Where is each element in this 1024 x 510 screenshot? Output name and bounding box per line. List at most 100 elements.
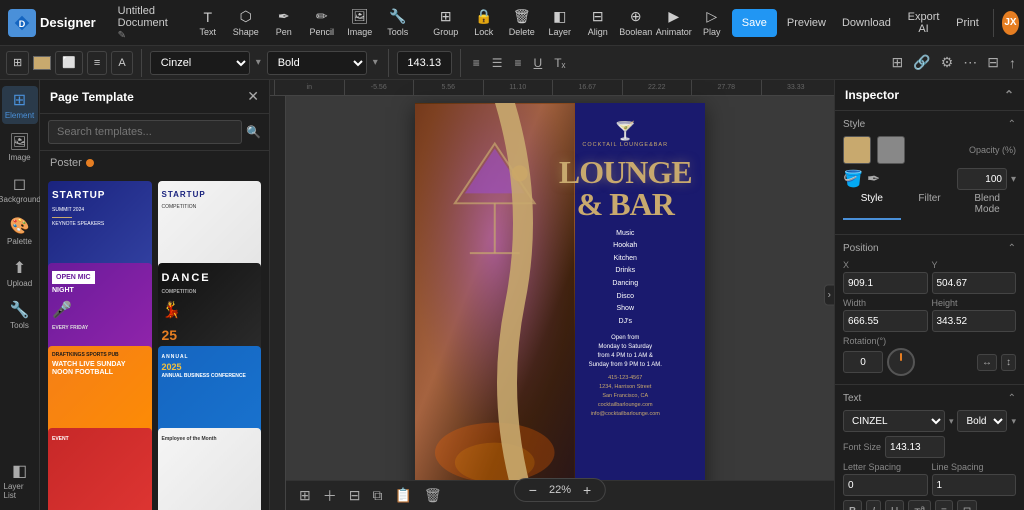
settings-icon[interactable]: ⚙: [939, 52, 956, 73]
grid-icon[interactable]: ⊟: [985, 52, 1001, 73]
text-align-right-inspector[interactable]: ⊟: [957, 500, 977, 510]
zoom-plus-button[interactable]: +: [579, 482, 595, 498]
template-red[interactable]: EVENT Free: [48, 428, 152, 510]
text-format-T-button[interactable]: Tₓ: [550, 54, 569, 72]
style-section-title[interactable]: Style ⌃: [843, 119, 1016, 130]
panel-close-button[interactable]: ✕: [247, 88, 259, 105]
tool-delete[interactable]: 🗑 Delete: [504, 4, 540, 42]
download-button[interactable]: Download: [836, 9, 897, 37]
page-bottom-icon[interactable]: 📋: [391, 485, 414, 506]
text-italic-button[interactable]: I: [866, 500, 881, 510]
position-section-title[interactable]: Position ⌃: [843, 243, 1016, 254]
inspector-chevron-up-icon[interactable]: ⌃: [1004, 88, 1014, 102]
letter-spacing-input[interactable]: [843, 474, 928, 496]
fill-color-swatch[interactable]: [33, 56, 51, 70]
position-grid: X Y Width Height: [843, 260, 1016, 332]
underline-button[interactable]: U: [530, 54, 547, 72]
rotation-input[interactable]: [843, 351, 883, 373]
inspector-bold-select[interactable]: Bold: [957, 410, 1007, 432]
export-ai-button[interactable]: Export AI: [901, 9, 946, 37]
delete-bottom-icon[interactable]: 🗑: [421, 485, 445, 506]
zoom-minus-button[interactable]: −: [525, 482, 541, 498]
text-align-center-button[interactable]: ☰: [488, 54, 507, 72]
stroke-color-picker[interactable]: [877, 136, 905, 164]
tool-align[interactable]: ⊟ Align: [580, 4, 616, 42]
print-button[interactable]: Print: [950, 9, 985, 37]
rotation-dial[interactable]: [887, 348, 915, 376]
tool-text[interactable]: T Text: [190, 4, 226, 42]
tool-group[interactable]: ⊞ Group: [428, 4, 464, 42]
tool-layer[interactable]: ◧ Layer: [542, 4, 578, 42]
tool-pen[interactable]: ✒ Pen: [266, 4, 302, 42]
duplicate-bottom-icon[interactable]: ⧉: [369, 485, 385, 506]
tab-filter[interactable]: Filter: [901, 190, 959, 220]
stroke-button[interactable]: ⬜: [55, 51, 83, 75]
opacity-input[interactable]: [957, 168, 1007, 190]
text-bold-button[interactable]: B: [843, 500, 862, 510]
text-align-left-button[interactable]: ≡: [469, 54, 484, 72]
style-section: Style ⌃ Opacity (%) 🪣 ✒ ▾ Style Filter B…: [835, 111, 1024, 235]
x-input[interactable]: [843, 272, 928, 294]
grid-bottom-icon[interactable]: ⊞: [296, 485, 314, 506]
document-title[interactable]: Untitled Document ✎: [118, 5, 168, 41]
font-weight-select[interactable]: Bold: [267, 51, 367, 75]
height-input[interactable]: [932, 310, 1017, 332]
y-input[interactable]: [932, 272, 1017, 294]
tab-style[interactable]: Style: [843, 190, 901, 220]
text-align-left-inspector[interactable]: ≡: [935, 500, 953, 510]
link-icon[interactable]: 🔗: [911, 52, 932, 73]
preview-button[interactable]: Preview: [781, 9, 832, 37]
flip-h-button[interactable]: ↔: [977, 354, 997, 371]
tool-image[interactable]: 🖼 Image: [342, 4, 378, 42]
width-input[interactable]: [843, 310, 928, 332]
grid-view-button[interactable]: ⊞: [6, 51, 29, 75]
copy-icon[interactable]: ⊞: [890, 52, 906, 73]
tool-animator[interactable]: ▶ Animator: [656, 4, 692, 42]
user-avatar[interactable]: JX: [1002, 11, 1020, 35]
opacity-chevron-icon[interactable]: ▾: [1011, 174, 1016, 185]
opacity-row: 🪣 ✒ ▾: [843, 168, 1016, 190]
tool-play[interactable]: ▷ Play: [694, 4, 730, 42]
sidebar-item-image[interactable]: 🖼 Image: [2, 128, 38, 166]
text-align-right-button[interactable]: ≡: [511, 54, 526, 72]
line-spacing-field: Line Spacing: [932, 462, 1017, 496]
align-left-button[interactable]: ≡: [87, 51, 107, 75]
tool-boolean[interactable]: ⊕ Boolean: [618, 4, 654, 42]
text-section-title[interactable]: Text ⌃: [843, 393, 1016, 404]
tool-tools[interactable]: 🔧 Tools: [380, 4, 416, 42]
sidebar-item-palette[interactable]: 🎨 Palette: [2, 212, 38, 250]
fill-color-picker[interactable]: [843, 136, 871, 164]
font-chevron-icon: ▾: [949, 416, 954, 427]
save-button[interactable]: Save: [732, 9, 777, 37]
tool-shape[interactable]: ⬡ Shape: [228, 4, 264, 42]
sidebar-item-background[interactable]: ◻ Background: [2, 170, 38, 208]
add-bottom-icon[interactable]: ＋: [320, 484, 340, 508]
more-icon[interactable]: ⋯: [961, 52, 979, 73]
search-input[interactable]: [48, 120, 242, 144]
height-field: Height: [932, 298, 1017, 332]
copy-bottom-icon[interactable]: ⊟: [346, 485, 364, 506]
font-family-select[interactable]: Cinzel: [150, 51, 250, 75]
flip-v-button[interactable]: ↕: [1001, 354, 1016, 371]
sidebar-item-layer-list[interactable]: ◧ Layer List: [2, 457, 38, 504]
text-underline-button[interactable]: U: [885, 500, 904, 510]
tools-tool-icon: 🔧: [389, 8, 406, 25]
tab-blend-mode[interactable]: Blend Mode: [958, 190, 1016, 220]
template-white[interactable]: Employee of the Month Pro: [158, 428, 262, 510]
element-icon: ⊞: [13, 90, 26, 110]
font-size-input[interactable]: [397, 51, 452, 75]
inspector-font-select[interactable]: CINZEL: [843, 410, 945, 432]
line-spacing-input[interactable]: [932, 474, 1017, 496]
text-style-button[interactable]: A: [111, 51, 132, 75]
sidebar-item-tools[interactable]: 🔧 Tools: [2, 296, 38, 334]
tool-pencil[interactable]: ✏ Pencil: [304, 4, 340, 42]
rotation-row: Rotation(°) ↔ ↕: [843, 336, 1016, 376]
share-icon[interactable]: ↑: [1007, 53, 1018, 73]
sidebar-item-element[interactable]: ⊞ Element: [2, 86, 38, 124]
poster-canvas[interactable]: 🍸 COCKTAIL LOUNGE&BAR LOUNGE & BAR Music…: [415, 103, 705, 503]
font-size-inspector-input[interactable]: [885, 436, 945, 458]
sidebar-item-upload[interactable]: ⬆ Upload: [2, 254, 38, 292]
text-superscript-button[interactable]: Ta: [908, 500, 931, 510]
collapse-arrow[interactable]: ›: [824, 285, 834, 306]
tool-lock[interactable]: 🔒 Lock: [466, 4, 502, 42]
